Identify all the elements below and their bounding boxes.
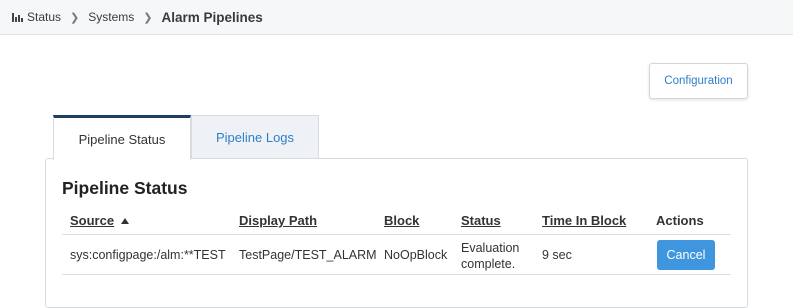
breadcrumb-status[interactable]: Status xyxy=(27,10,61,24)
pipeline-status-panel: Pipeline Status Source Display Path Bloc… xyxy=(45,158,748,308)
divider xyxy=(62,274,731,275)
breadcrumb: Status ❯ Systems ❯ Alarm Pipelines xyxy=(0,0,793,35)
cell-display-path: TestPage/TEST_ALARM xyxy=(239,248,377,262)
column-header-label: Source xyxy=(70,213,115,228)
breadcrumb-systems[interactable]: Systems xyxy=(88,10,134,24)
sort-ascending-icon xyxy=(121,218,130,224)
column-header-status[interactable]: Status xyxy=(461,213,501,228)
bar-chart-icon xyxy=(12,12,23,22)
column-header-source[interactable]: Source xyxy=(70,213,130,228)
page-title: Alarm Pipelines xyxy=(161,9,263,25)
cancel-button[interactable]: Cancel xyxy=(657,240,715,270)
column-header-time-in-block[interactable]: Time In Block xyxy=(542,213,626,228)
panel-title: Pipeline Status xyxy=(62,178,188,198)
configuration-button[interactable]: Configuration xyxy=(649,63,748,99)
column-header-actions: Actions xyxy=(656,213,704,228)
column-header-block[interactable]: Block xyxy=(384,213,419,228)
tab-pipeline-logs[interactable]: Pipeline Logs xyxy=(191,115,319,158)
chevron-right-icon: ❯ xyxy=(143,11,153,24)
cell-status: Evaluation complete. xyxy=(461,241,520,271)
cell-time-in-block: 9 sec xyxy=(542,248,572,262)
cell-block: NoOpBlock xyxy=(384,248,448,262)
column-header-display-path[interactable]: Display Path xyxy=(239,213,317,228)
cell-source: sys:configpage:/alm:**TEST xyxy=(70,248,226,262)
divider xyxy=(62,234,731,235)
tab-pipeline-status[interactable]: Pipeline Status xyxy=(53,115,191,160)
chevron-right-icon: ❯ xyxy=(70,11,80,24)
